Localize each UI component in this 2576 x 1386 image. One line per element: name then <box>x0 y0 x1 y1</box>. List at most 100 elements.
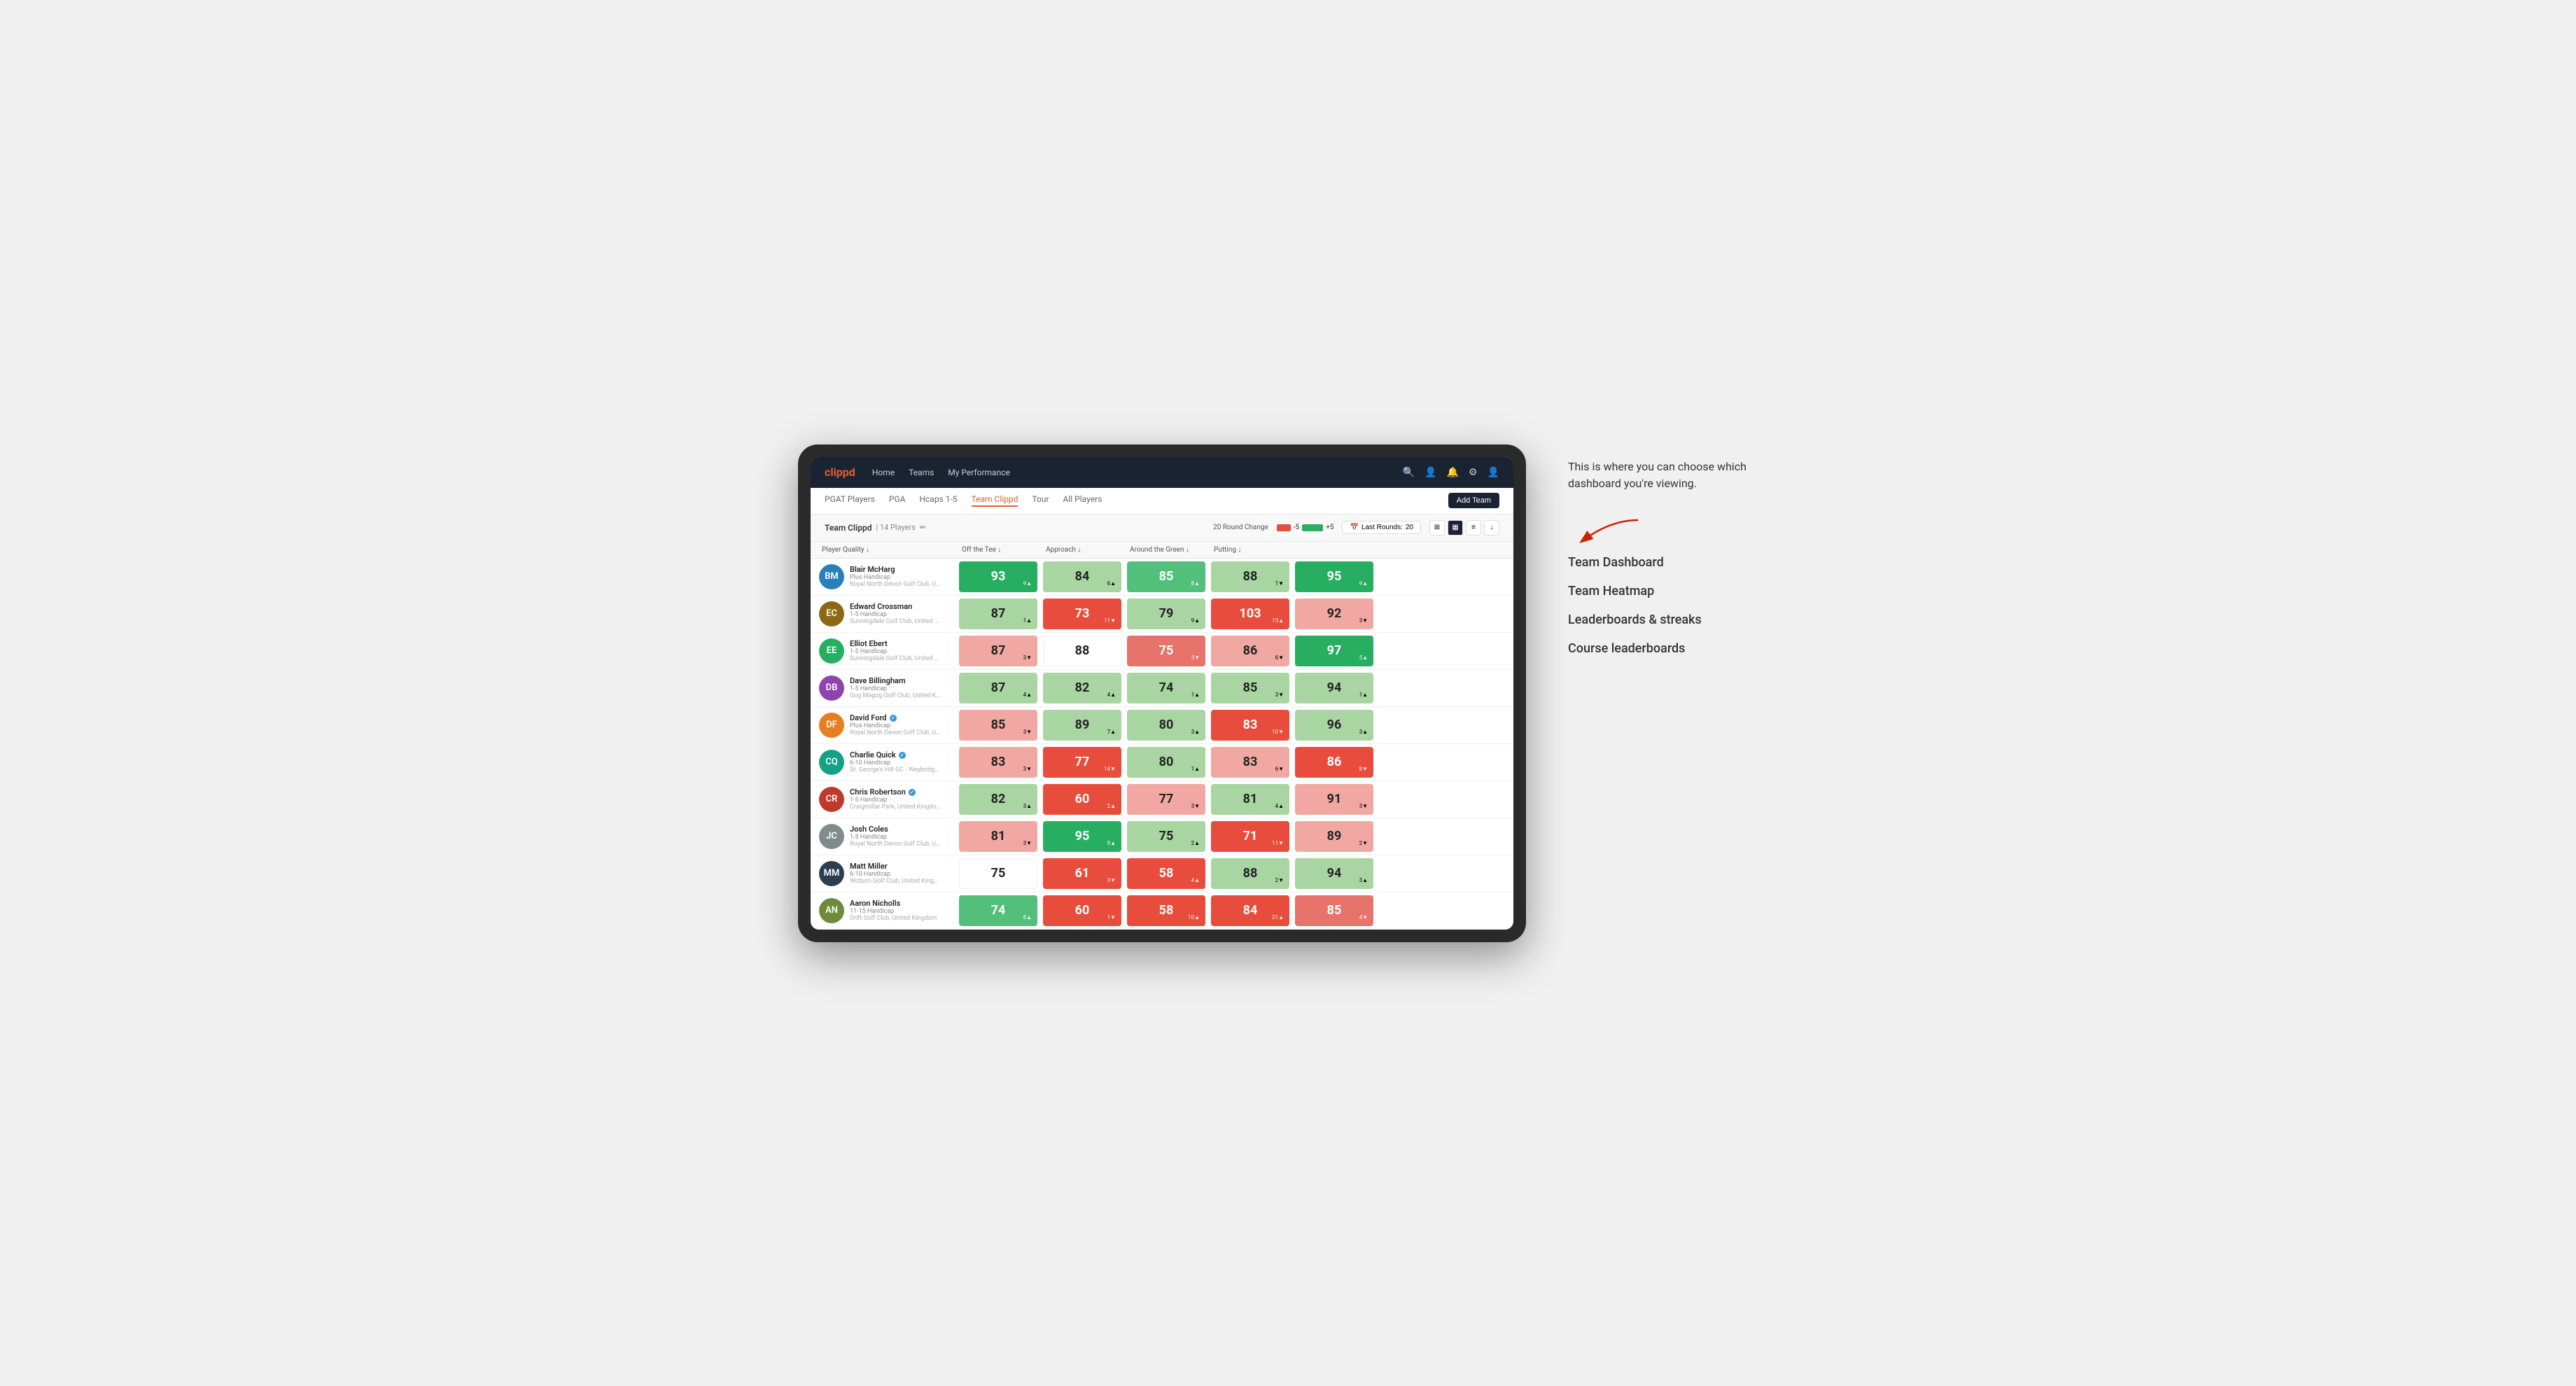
pos-value: +5 <box>1326 524 1334 531</box>
stat-cell[interactable]: 85 3▼ <box>959 710 1037 741</box>
stat-cell[interactable]: 80 3▲ <box>1127 710 1205 741</box>
player-info: EC Edward Crossman 1-5 Handicap Sunningd… <box>816 597 956 631</box>
stat-change: 8▼ <box>1359 766 1368 772</box>
nav-teams[interactable]: Teams <box>909 468 934 477</box>
stat-cell[interactable]: 58 10▲ <box>1127 895 1205 926</box>
stat-cell[interactable]: 73 11▼ <box>1043 598 1121 629</box>
nav-performance[interactable]: My Performance <box>948 468 1010 477</box>
stat-value: 89 <box>1075 718 1090 732</box>
stat-cell[interactable]: 83 10▼ <box>1211 710 1289 741</box>
stat-cell[interactable]: 60 1▼ <box>1043 895 1121 926</box>
stat-cell[interactable]: 95 8▲ <box>1043 821 1121 852</box>
table-row[interactable]: AN Aaron Nicholls 11-15 Handicap Drift G… <box>811 892 1513 930</box>
export-button[interactable]: ↓ <box>1484 520 1499 536</box>
stat-cell[interactable]: 87 3▼ <box>959 636 1037 666</box>
stat-cell[interactable]: 61 3▼ <box>1043 858 1121 889</box>
table-row[interactable]: DF David Ford ✓ Plus Handicap Royal Nort… <box>811 707 1513 744</box>
stat-cell[interactable]: 86 6▼ <box>1211 636 1289 666</box>
stat-cell[interactable]: 89 7▲ <box>1043 710 1121 741</box>
stat-cell[interactable]: 97 5▲ <box>1295 636 1373 666</box>
profile-icon[interactable]: 👤 <box>1488 467 1499 478</box>
stat-cell[interactable]: 81 4▲ <box>1211 784 1289 815</box>
stat-cell[interactable]: 83 6▼ <box>1211 747 1289 778</box>
stat-value: 75 <box>1159 829 1174 844</box>
stat-cell[interactable]: 84 6▲ <box>1043 561 1121 592</box>
stat-cell[interactable]: 80 1▲ <box>1127 747 1205 778</box>
stat-cell[interactable]: 84 21▲ <box>1211 895 1289 926</box>
stat-cell[interactable]: 96 3▲ <box>1295 710 1373 741</box>
stat-cell[interactable]: 75 3▼ <box>1127 636 1205 666</box>
stat-cell[interactable]: 88 1▼ <box>1211 561 1289 592</box>
stat-cell[interactable]: 82 3▲ <box>959 784 1037 815</box>
last-rounds-button[interactable]: 📅 Last Rounds: 20 <box>1342 521 1421 534</box>
stat-cell[interactable]: 79 9▲ <box>1127 598 1205 629</box>
negative-bar <box>1277 524 1291 531</box>
stat-cell[interactable]: 94 3▲ <box>1295 858 1373 889</box>
stat-value: 85 <box>1243 680 1258 695</box>
stat-value: 94 <box>1327 680 1342 695</box>
player-club: Craigmillar Park, United Kingdom <box>850 804 941 811</box>
player-info: BM Blair McHarg Plus Handicap Royal Nort… <box>816 560 956 594</box>
edit-icon[interactable]: ✏ <box>920 523 926 532</box>
stat-change: 4▼ <box>1359 914 1368 920</box>
stat-cell[interactable]: 74 8▲ <box>959 895 1037 926</box>
stat-value: 86 <box>1243 643 1258 658</box>
table-row[interactable]: JC Josh Coles 1-5 Handicap Royal North D… <box>811 818 1513 855</box>
stat-cell[interactable]: 60 2▲ <box>1043 784 1121 815</box>
stat-cell[interactable]: 75 <box>959 858 1037 889</box>
stat-value: 88 <box>1243 866 1258 881</box>
settings-icon[interactable]: ⚙ <box>1469 467 1478 478</box>
stat-cell[interactable]: 103 15▲ <box>1211 598 1289 629</box>
stat-cell[interactable]: 75 2▲ <box>1127 821 1205 852</box>
stat-cell[interactable]: 86 8▼ <box>1295 747 1373 778</box>
annotation-course-leaderboards: Course leaderboards <box>1568 641 1778 656</box>
tab-all-players[interactable]: All Players <box>1063 494 1102 507</box>
table-row[interactable]: EE Elliot Ebert 1-5 Handicap Sunningdale… <box>811 633 1513 670</box>
tab-team-clippd[interactable]: Team Clippd <box>972 494 1018 507</box>
stat-cell[interactable]: 89 2▼ <box>1295 821 1373 852</box>
stat-cell[interactable]: 74 1▲ <box>1127 673 1205 704</box>
table-row[interactable]: CR Chris Robertson ✓ 1-5 Handicap Craigm… <box>811 781 1513 818</box>
stat-cell[interactable]: 85 3▼ <box>1211 673 1289 704</box>
stat-cell[interactable]: 87 4▲ <box>959 673 1037 704</box>
nav-home[interactable]: Home <box>872 468 895 477</box>
stat-cell[interactable]: 92 3▼ <box>1295 598 1373 629</box>
table-row[interactable]: BM Blair McHarg Plus Handicap Royal Nort… <box>811 559 1513 596</box>
stat-cell[interactable]: 71 11▼ <box>1211 821 1289 852</box>
stat-cell[interactable]: 77 3▼ <box>1127 784 1205 815</box>
stat-cell[interactable]: 77 14▼ <box>1043 747 1121 778</box>
stat-cell[interactable]: 88 <box>1043 636 1121 666</box>
stat-cell[interactable]: 85 8▲ <box>1127 561 1205 592</box>
stat-cell[interactable]: 82 4▲ <box>1043 673 1121 704</box>
tab-hcaps[interactable]: Hcaps 1-5 <box>919 494 957 507</box>
stat-cell[interactable]: 87 1▲ <box>959 598 1037 629</box>
stat-change: 3▼ <box>1359 803 1368 809</box>
stat-cell[interactable]: 91 3▼ <box>1295 784 1373 815</box>
stat-cell[interactable]: 95 9▲ <box>1295 561 1373 592</box>
stat-cell[interactable]: 94 1▲ <box>1295 673 1373 704</box>
stat-cell[interactable]: 93 9▲ <box>959 561 1037 592</box>
stat-cell[interactable]: 81 3▼ <box>959 821 1037 852</box>
search-icon[interactable]: 🔍 <box>1403 467 1415 478</box>
table-row[interactable]: MM Matt Miller 6-10 Handicap Woburn Golf… <box>811 855 1513 892</box>
table-row[interactable]: CQ Charlie Quick ✓ 6-10 Handicap St. Geo… <box>811 744 1513 781</box>
stat-cell[interactable]: 85 4▼ <box>1295 895 1373 926</box>
tab-pga[interactable]: PGA <box>889 494 906 507</box>
heatmap-view-button[interactable]: ▦ <box>1448 520 1463 536</box>
table-row[interactable]: EC Edward Crossman 1-5 Handicap Sunningd… <box>811 596 1513 633</box>
player-handicap: 1-5 Handicap <box>850 611 941 618</box>
grid-view-button[interactable]: ⊞ <box>1429 520 1445 536</box>
stat-value: 95 <box>1075 829 1090 844</box>
stat-cell[interactable]: 58 4▲ <box>1127 858 1205 889</box>
stat-value: 89 <box>1327 829 1342 844</box>
table-row[interactable]: DB Dave Billingham 1-5 Handicap Gog Mago… <box>811 670 1513 707</box>
add-team-button[interactable]: Add Team <box>1448 493 1499 508</box>
list-view-button[interactable]: ≡ <box>1466 520 1481 536</box>
bell-icon[interactable]: 🔔 <box>1447 467 1459 478</box>
stat-change: 4▲ <box>1107 692 1116 698</box>
user-icon[interactable]: 👤 <box>1424 467 1436 478</box>
tab-tour[interactable]: Tour <box>1032 494 1049 507</box>
stat-cell[interactable]: 88 2▼ <box>1211 858 1289 889</box>
stat-cell[interactable]: 83 3▼ <box>959 747 1037 778</box>
tab-pgat-players[interactable]: PGAT Players <box>825 494 875 507</box>
